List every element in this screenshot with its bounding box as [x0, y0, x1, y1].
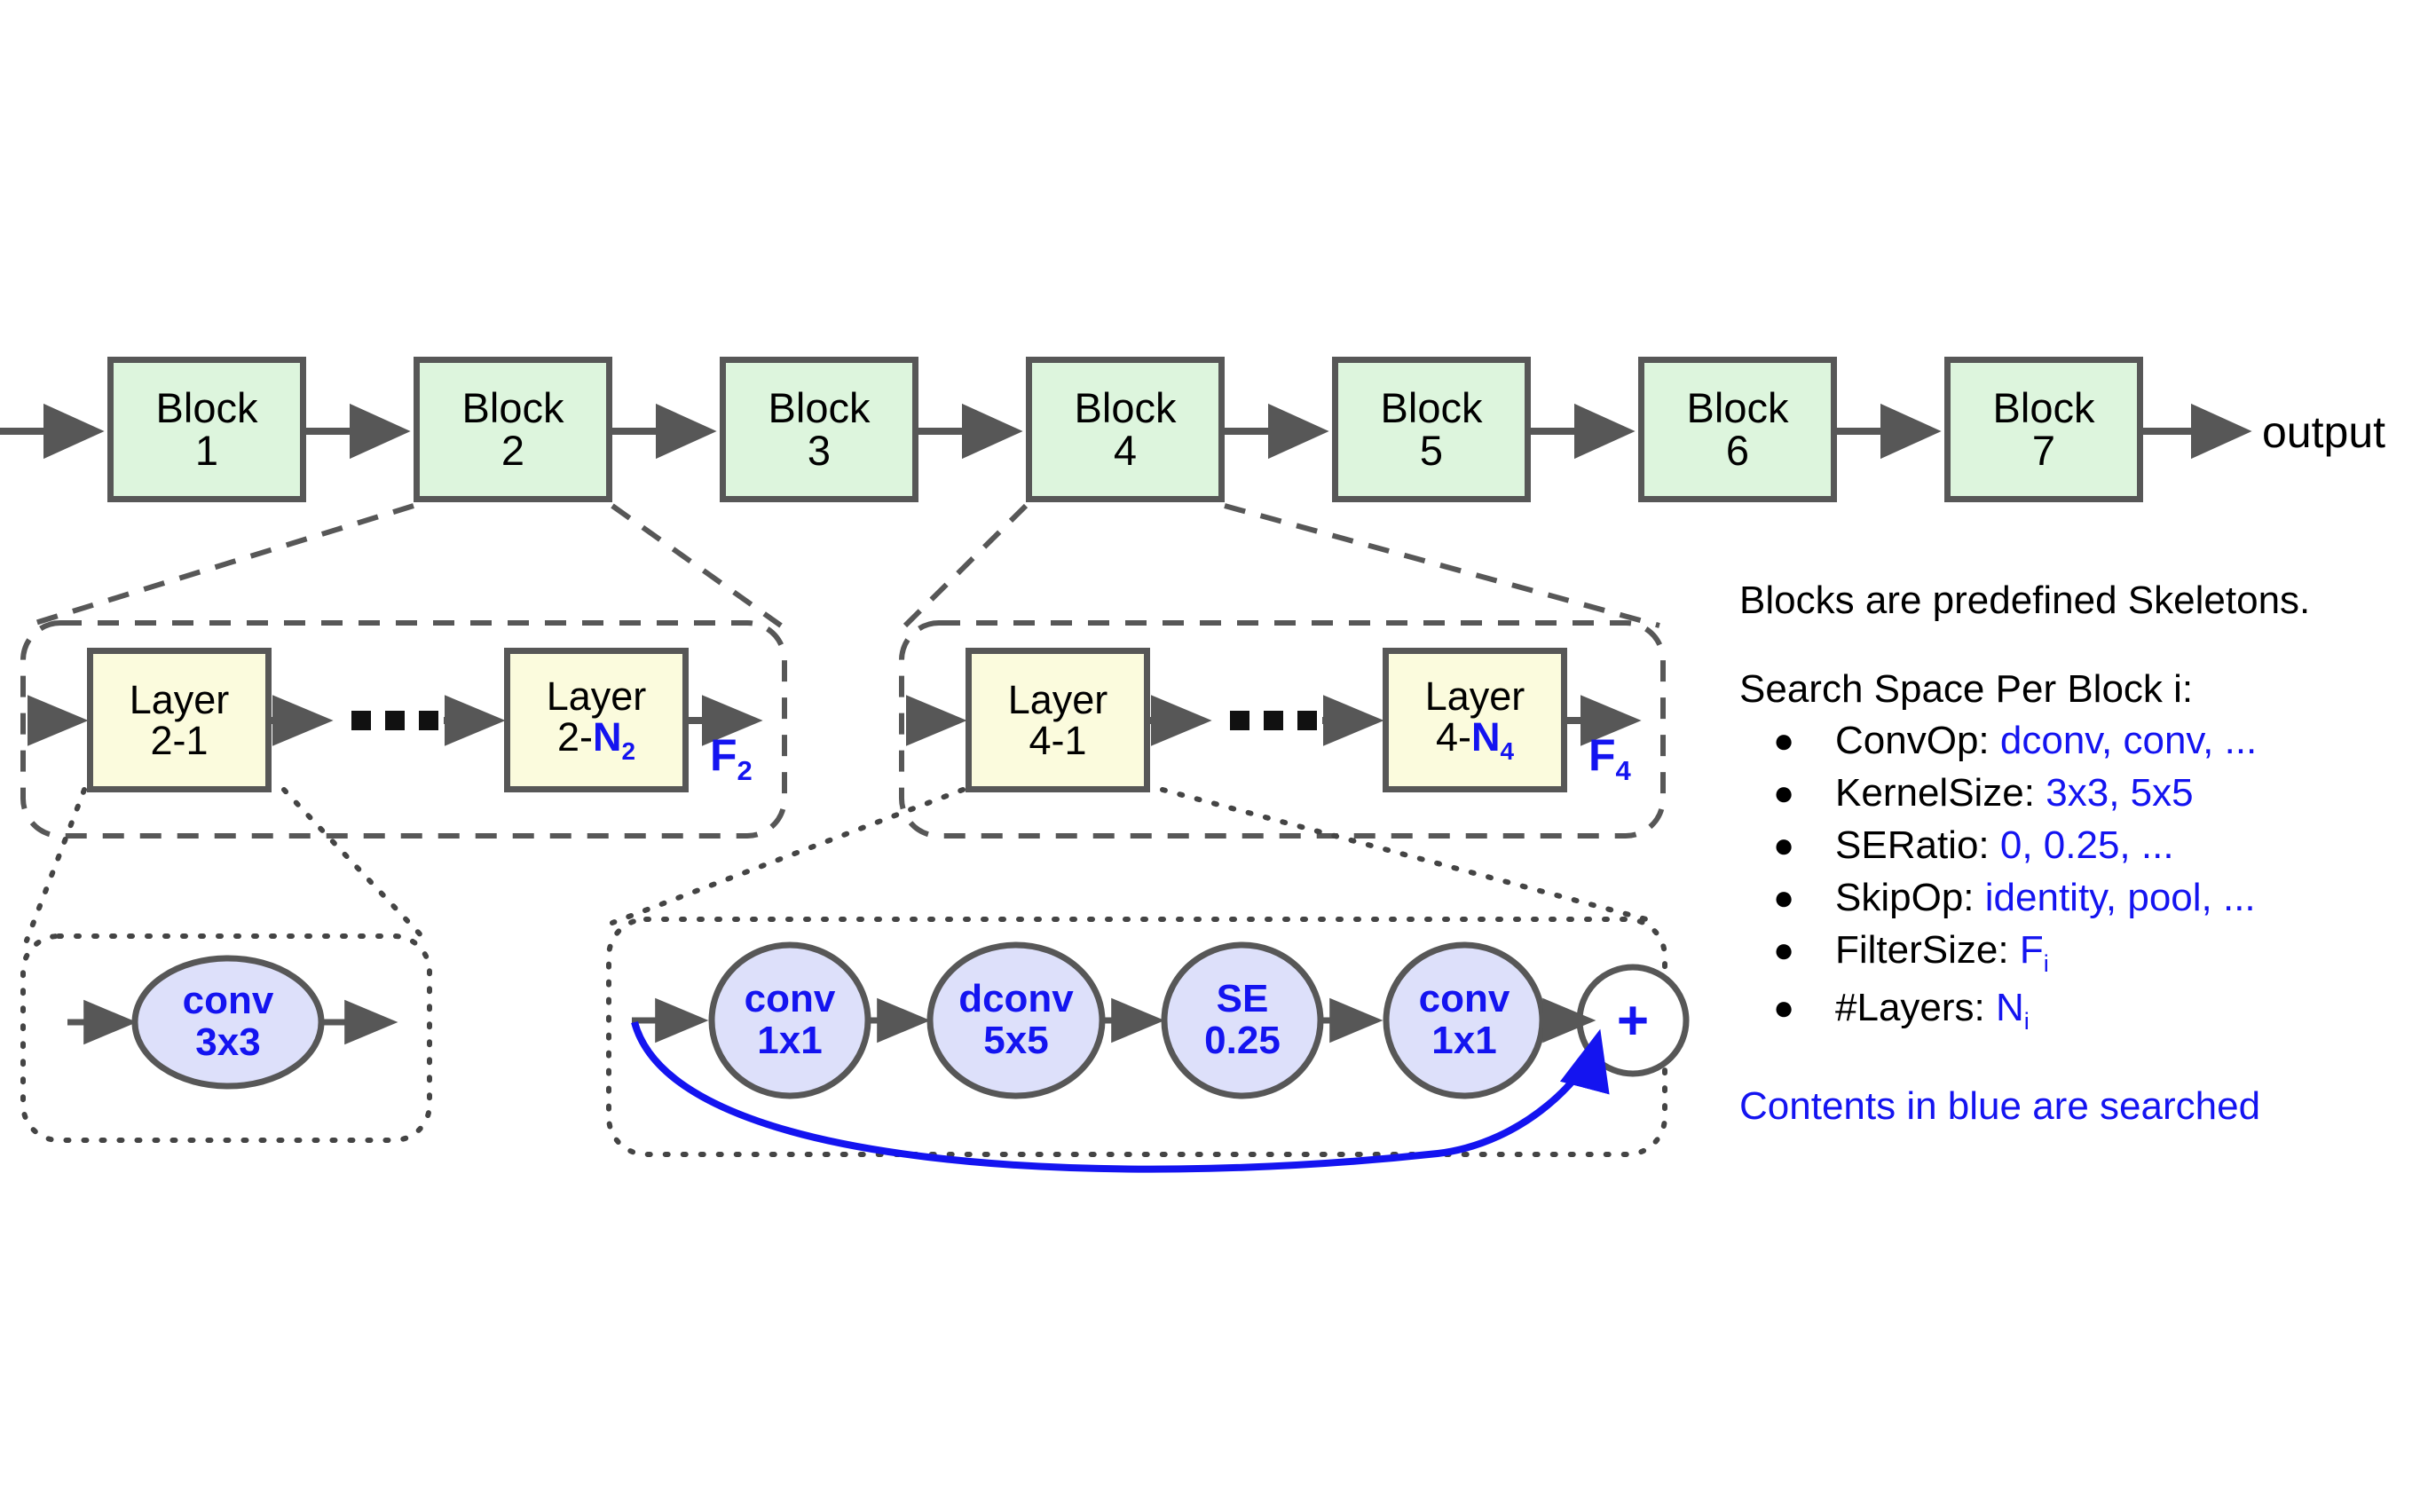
op-label-conv1x1-b: conv 1x1 — [1418, 977, 1510, 1062]
filter-size-label-block2: F2 — [710, 730, 753, 786]
layer-4-1[interactable]: Layer 4-1 — [966, 648, 1150, 792]
block-2[interactable]: Block 2 — [414, 357, 612, 502]
block-5-line1: Block — [1380, 384, 1483, 432]
item-key: #Layers: — [1835, 986, 1985, 1030]
block-4-line2: 4 — [1113, 427, 1138, 474]
op-label-add: + — [1616, 990, 1650, 1052]
block-4[interactable]: Block 4 — [1026, 357, 1225, 502]
item-key: FilterSize: — [1835, 928, 2009, 972]
search-space-item-seratio: ● SERatio: 0, 0.25, ... — [1739, 826, 2414, 865]
callout-block2 — [26, 503, 783, 628]
search-space-item-convop: ● ConvOp: dconv, conv, ... — [1739, 721, 2414, 760]
layer-2-N[interactable]: Layer 2-N2 — [504, 648, 689, 792]
output-label: output — [2262, 407, 2386, 457]
legend-heading: Blocks are predefined Skeletons. — [1739, 579, 2311, 622]
block-2-line1: Block — [461, 384, 564, 432]
legend-footer: Contents in blue are searched — [1739, 1084, 2261, 1129]
block-7-line2: 7 — [2031, 427, 2056, 474]
block-5-line2: 5 — [1419, 427, 1444, 474]
item-value: 3x3, 5x5 — [2046, 771, 2194, 815]
block-3-line2: 3 — [807, 427, 832, 474]
block-6-line1: Block — [1686, 384, 1789, 432]
block-5[interactable]: Block 5 — [1332, 357, 1531, 502]
bullet-icon: ● — [1773, 721, 1795, 761]
search-space-item-numlayers: ● #Layers: Ni — [1739, 988, 2414, 1033]
layer-4-N-line2: 4-N4 — [1435, 713, 1515, 765]
search-space-item-kernelsize: ● KernelSize: 3x3, 5x5 — [1739, 774, 2414, 813]
block-3-line1: Block — [768, 384, 871, 432]
op-label-conv3x3: conv 3x3 — [182, 979, 274, 1064]
item-key: ConvOp: — [1835, 719, 1990, 762]
op-label-dconv5x5: dconv 5x5 — [958, 977, 1074, 1062]
layer-4-N-line1: Layer — [1424, 673, 1525, 719]
callout-layer2-1 — [24, 787, 429, 943]
legend-panel: Blocks are predefined Skeletons. Search … — [1739, 581, 2414, 1129]
block-4-line1: Block — [1074, 384, 1177, 432]
item-value: Ni — [1996, 986, 2030, 1035]
block-3[interactable]: Block 3 — [720, 357, 918, 502]
layer-2-1-line2: 2-1 — [150, 717, 209, 763]
item-value: identity, pool, ... — [1984, 876, 2256, 919]
layer-2-1-line1: Layer — [129, 676, 230, 722]
bullet-icon: ● — [1773, 878, 1795, 918]
legend-subheading: Search Space Per Block i: — [1739, 667, 2194, 711]
block-2-line2: 2 — [501, 427, 525, 474]
bullet-icon: ● — [1773, 988, 1795, 1028]
bullet-icon: ● — [1773, 931, 1795, 971]
block-1[interactable]: Block 1 — [107, 357, 306, 502]
layer-group4-ellipsis — [1230, 711, 1317, 730]
layer-4-N[interactable]: Layer 4-N4 — [1383, 648, 1567, 792]
search-space-item-filtersize: ● FilterSize: Fi — [1739, 931, 2414, 975]
block-7[interactable]: Block 7 — [1944, 357, 2143, 502]
block-7-line1: Block — [1992, 384, 2095, 432]
block-1-line1: Block — [155, 384, 258, 432]
layer-2-N-line2: 2-N2 — [556, 713, 636, 765]
bullet-icon: ● — [1773, 826, 1795, 866]
bullet-icon: ● — [1773, 774, 1795, 814]
op-label-conv1x1-a: conv 1x1 — [744, 977, 836, 1062]
item-value: Fi — [2019, 928, 2049, 977]
search-space-list: ● ConvOp: dconv, conv, ... ● KernelSize: 3… — [1739, 721, 2414, 1034]
block-6-line2: 6 — [1725, 427, 1750, 474]
layer-4-1-line2: 4-1 — [1029, 717, 1087, 763]
layer-group2-ellipsis — [351, 711, 438, 730]
item-key: SkipOp: — [1835, 876, 1975, 919]
layer-4-1-line1: Layer — [1007, 676, 1108, 722]
item-key: SERatio: — [1835, 823, 1990, 867]
item-value: dconv, conv, ... — [1999, 719, 2258, 762]
callout-block4 — [903, 503, 1660, 628]
item-value: 0, 0.25, ... — [1999, 823, 2174, 867]
callout-layer4-1 — [610, 787, 1662, 925]
layer-2-N-line1: Layer — [546, 673, 647, 719]
block-1-line2: 1 — [194, 427, 219, 474]
item-key: KernelSize: — [1835, 771, 2036, 815]
diagram-canvas: Block 1 Block 2 Block 3 Block 4 Block 5 … — [0, 0, 2420, 1512]
search-space-item-skipop: ● SkipOp: identity, pool, ... — [1739, 878, 2414, 917]
op-label-se: SE 0.25 — [1204, 977, 1281, 1062]
filter-size-label-block4: F4 — [1588, 730, 1631, 786]
block-6[interactable]: Block 6 — [1638, 357, 1837, 502]
layer-2-1[interactable]: Layer 2-1 — [87, 648, 272, 792]
